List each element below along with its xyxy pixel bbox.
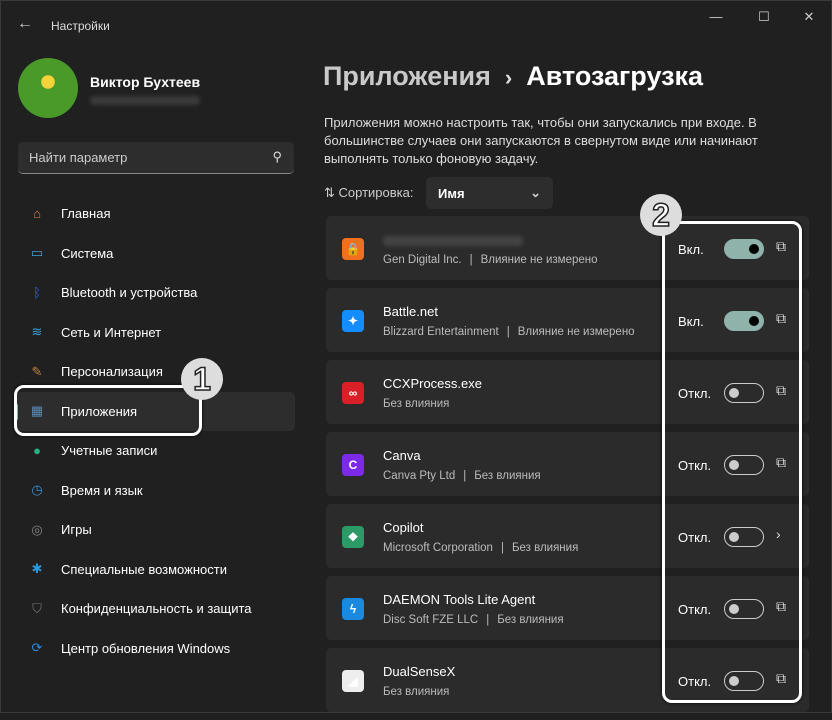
annotation-badge-2: 2 [640, 194, 682, 236]
sort-label: ⇅ Сортировка: [324, 185, 414, 200]
sidebar-item[interactable]: ● Учетные записи [15, 431, 295, 471]
sidebar-item[interactable]: ≋ Сеть и Интернет [15, 313, 295, 353]
app-name: CCXProcess.exe [383, 376, 482, 391]
daemon-tools-icon: ϟ [342, 598, 364, 620]
sidebar-item[interactable]: ◷ Время и язык [15, 471, 295, 511]
app-details: Disc Soft FZE LLC | Без влияния [383, 614, 564, 626]
chevron-down-icon: ⌄ [530, 185, 541, 200]
sidebar-item-label: Сеть и Интернет [61, 324, 162, 340]
time-language-icon: ◷ [31, 482, 43, 498]
user-email-blurred [90, 96, 200, 105]
sidebar-item-label: Игры [61, 522, 92, 538]
sidebar-item-label: Система [61, 245, 114, 261]
sidebar-item-label: Конфиденциальность и защита [61, 601, 252, 617]
sidebar-item[interactable]: ✱ Специальные возможности [15, 550, 295, 590]
system-icon: ▭ [30, 245, 44, 261]
sidebar-item-label: Время и язык [61, 482, 143, 498]
vpn-lock-icon: 🔒 [342, 238, 364, 260]
app-impact: Без влияния [511, 542, 579, 554]
app-name: Copilot [383, 520, 424, 535]
sidebar-item[interactable]: ⌂ Главная [15, 194, 295, 234]
sidebar-item-label: Главная [61, 206, 111, 222]
app-impact: Без влияния [474, 470, 541, 482]
app-impact: Без влияния [383, 686, 450, 698]
app-details: Без влияния [383, 686, 449, 698]
app-impact: Без влияния [383, 398, 450, 410]
app-name: Canva [383, 448, 421, 463]
back-arrow-icon[interactable]: ← [17, 15, 33, 33]
title-bar: ← Настройки — ☐ ✕ [1, 1, 831, 49]
sidebar-item[interactable]: ᛒ Bluetooth и устройства [15, 273, 295, 313]
home-icon: ⌂ [33, 206, 41, 222]
adobe-cc-icon: ∞ [342, 382, 364, 404]
separator: | [506, 326, 510, 338]
page-description: Приложения можно настроить так, чтобы он… [324, 115, 758, 166]
wifi-icon: ≋ [31, 324, 43, 340]
sidebar-item[interactable]: ⟳ Центр обновления Windows [15, 629, 295, 669]
separator: | [469, 254, 473, 266]
annotation-badge-1: 1 [181, 358, 223, 400]
search-input[interactable]: Найти параметр ⚲ [18, 142, 294, 174]
maximize-button[interactable]: ☐ [749, 9, 779, 25]
breadcrumb-parent[interactable]: Приложения [323, 61, 491, 91]
app-name: DualSenseX [383, 664, 456, 679]
update-icon: ⟳ [31, 640, 43, 656]
page-title: Автозагрузка [526, 61, 704, 91]
user-name: Виктор Бухтеев [90, 74, 201, 90]
window-title: Настройки [51, 19, 110, 33]
close-button[interactable]: ✕ [794, 9, 824, 25]
bluetooth-icon: ᛒ [33, 285, 41, 301]
minimize-button[interactable]: — [701, 9, 731, 24]
sort-value: Имя [438, 186, 465, 201]
sidebar-item-label: Центр обновления Windows [61, 640, 231, 656]
separator: | [463, 470, 467, 482]
app-details: Canva Pty Ltd | Без влияния [383, 470, 541, 482]
gaming-icon: ◎ [31, 521, 43, 537]
search-placeholder: Найти параметр [29, 150, 128, 165]
app-details: Без влияния [383, 398, 449, 410]
canva-icon: C [342, 454, 364, 476]
breadcrumb-separator: › [504, 65, 513, 90]
battlenet-icon: ✦ [342, 310, 364, 332]
annotation-box-1 [14, 385, 202, 436]
app-name: Battle.net [383, 304, 438, 319]
sidebar-item[interactable]: ◎ Игры [15, 510, 295, 550]
sidebar-item[interactable]: ▭ Система [15, 234, 295, 274]
account-icon: ● [33, 443, 41, 459]
app-impact: Без влияния [497, 614, 564, 626]
sidebar-item[interactable]: ⛉ Конфиденциальность и защита [15, 589, 295, 629]
app-impact: Влияние не измерено [517, 326, 635, 338]
separator: | [500, 542, 504, 554]
sidebar-item-label: Персонализация [61, 364, 163, 380]
sort-dropdown[interactable]: Имя ⌄ [426, 177, 553, 209]
breadcrumb: Приложения › Автозагрузка [323, 61, 703, 92]
app-name: DAEMON Tools Lite Agent [383, 592, 536, 607]
app-publisher: Gen Digital Inc. [383, 254, 462, 266]
app-publisher: Canva Pty Ltd [383, 470, 456, 482]
app-publisher: Blizzard Entertainment [383, 326, 499, 338]
app-name-blurred [383, 232, 523, 246]
app-impact: Влияние не измерено [480, 254, 598, 266]
app-publisher: Disc Soft FZE LLC [383, 614, 479, 626]
sidebar-item-label: Учетные записи [61, 443, 158, 459]
accessibility-icon: ✱ [31, 561, 43, 577]
separator: | [486, 614, 490, 626]
search-icon: ⚲ [272, 149, 282, 164]
app-publisher: Microsoft Corporation [383, 542, 493, 554]
app-details: Gen Digital Inc. | Влияние не измерено [383, 254, 598, 266]
app-details: Microsoft Corporation | Без влияния [383, 542, 578, 554]
app-details: Blizzard Entertainment | Влияние не измере… [383, 326, 635, 338]
sidebar-item-label: Специальные возможности [61, 561, 227, 577]
brush-icon: ✎ [31, 363, 43, 379]
avatar [18, 58, 78, 118]
sidebar-item-label: Bluetooth и устройства [61, 285, 198, 301]
shield-icon: ⛉ [32, 600, 42, 616]
dualsensex-icon: ◢ [342, 670, 364, 692]
annotation-box-2 [662, 221, 802, 703]
copilot-icon: ❖ [342, 526, 364, 548]
